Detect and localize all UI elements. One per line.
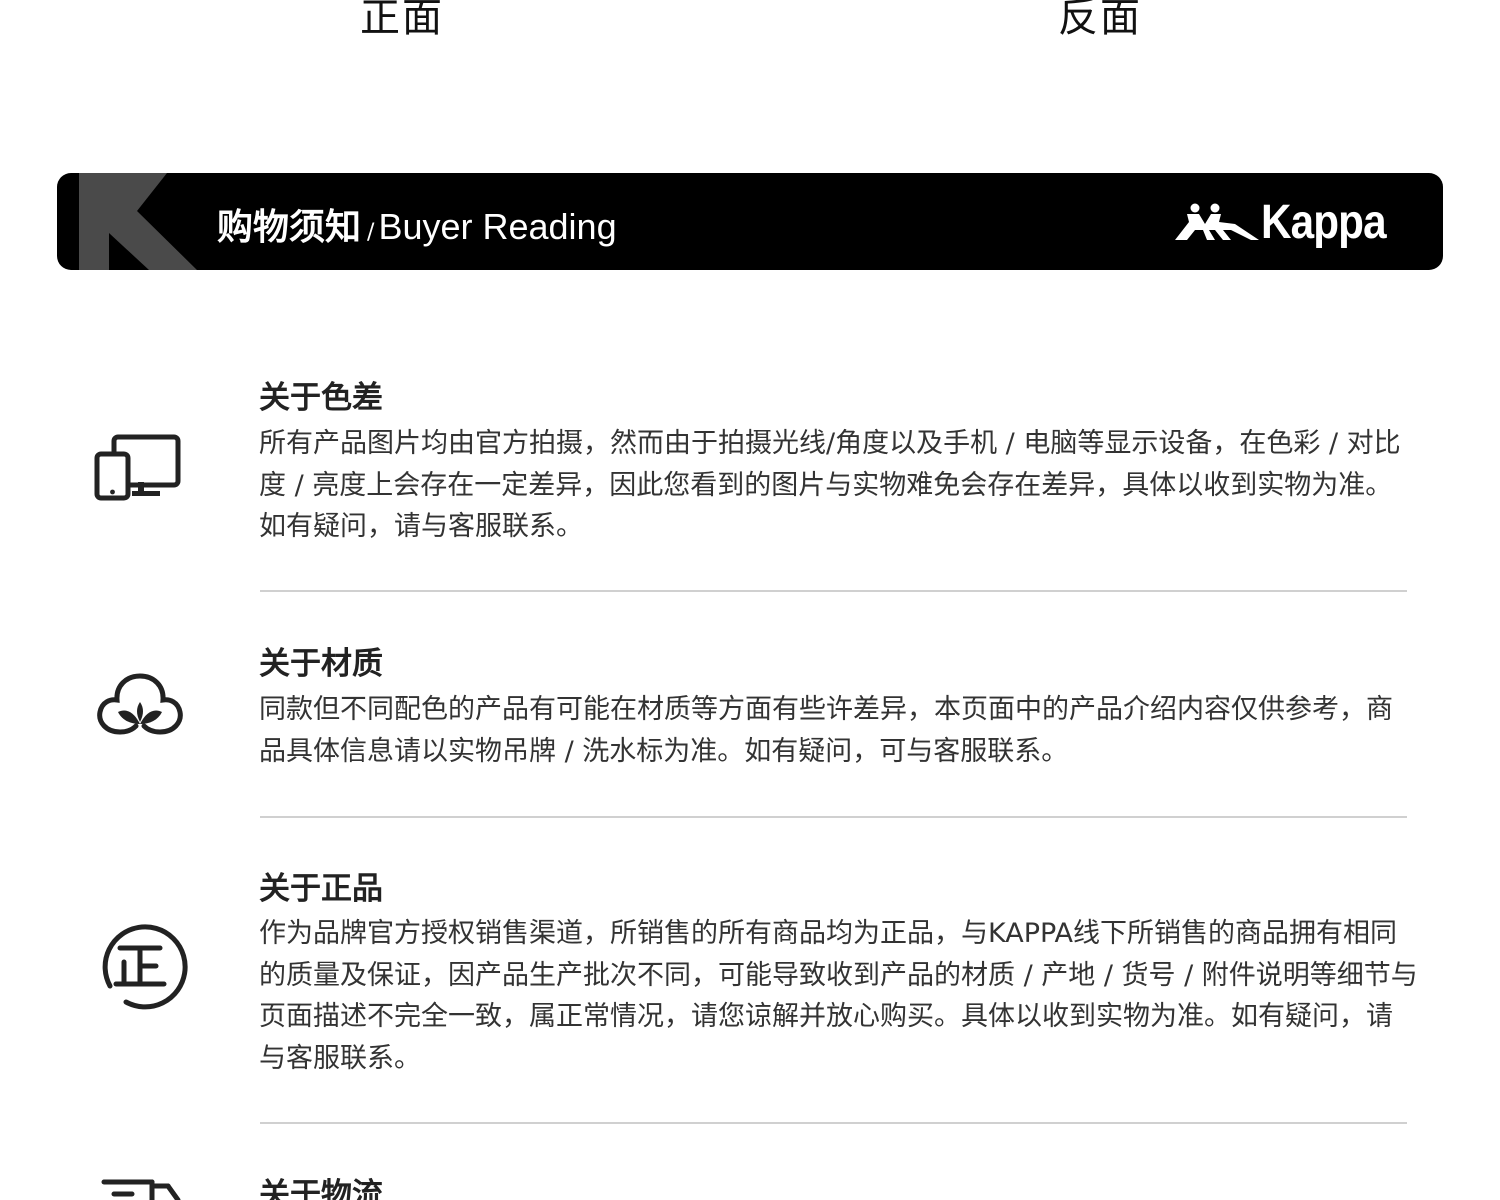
- notice-body: 同款但不同配色的产品有可能在材质等方面有些许差异，本页面中的产品介绍内容仅供参考…: [259, 694, 1393, 767]
- delivery-truck-icon: [101, 1179, 181, 1200]
- banner-title-separator: /: [367, 220, 375, 245]
- genuine-seal-icon: [102, 924, 188, 1010]
- notice-body: 所有产品图片均由官方拍摄，然而由于拍摄光线/角度以及手机 / 电脑等显示设备，在…: [259, 428, 1401, 542]
- notice-title: 关于物流: [259, 1177, 383, 1200]
- section-divider: [260, 590, 1407, 592]
- notice-body: 作为品牌官方授权销售渠道，所销售的所有商品均为正品，与KAPPA线下所销售的商品…: [259, 918, 1418, 1074]
- banner-title-en: Buyer Reading: [378, 206, 617, 247]
- notice-title: 关于色差: [259, 380, 383, 416]
- devices-icon: [94, 434, 181, 501]
- cotton-icon: [97, 673, 183, 735]
- brand-name: Kappa: [1261, 195, 1387, 249]
- k-letter-mark-icon: [79, 173, 197, 270]
- back-view-label: 反面: [1058, 0, 1142, 41]
- front-view-label: 正面: [360, 0, 444, 41]
- section-divider: [260, 816, 1407, 818]
- notice-title: 关于材质: [259, 646, 383, 682]
- buyer-reading-banner: 购物须知 / Buyer Reading Kappa: [57, 173, 1443, 270]
- kappa-figures-icon: [1175, 203, 1260, 240]
- banner-title-cn: 购物须知: [217, 207, 362, 248]
- section-divider: [260, 1122, 1407, 1124]
- notice-title: 关于正品: [259, 871, 383, 907]
- banner-title: 购物须知 / Buyer Reading: [217, 198, 617, 248]
- kappa-logo: Kappa: [1175, 195, 1403, 249]
